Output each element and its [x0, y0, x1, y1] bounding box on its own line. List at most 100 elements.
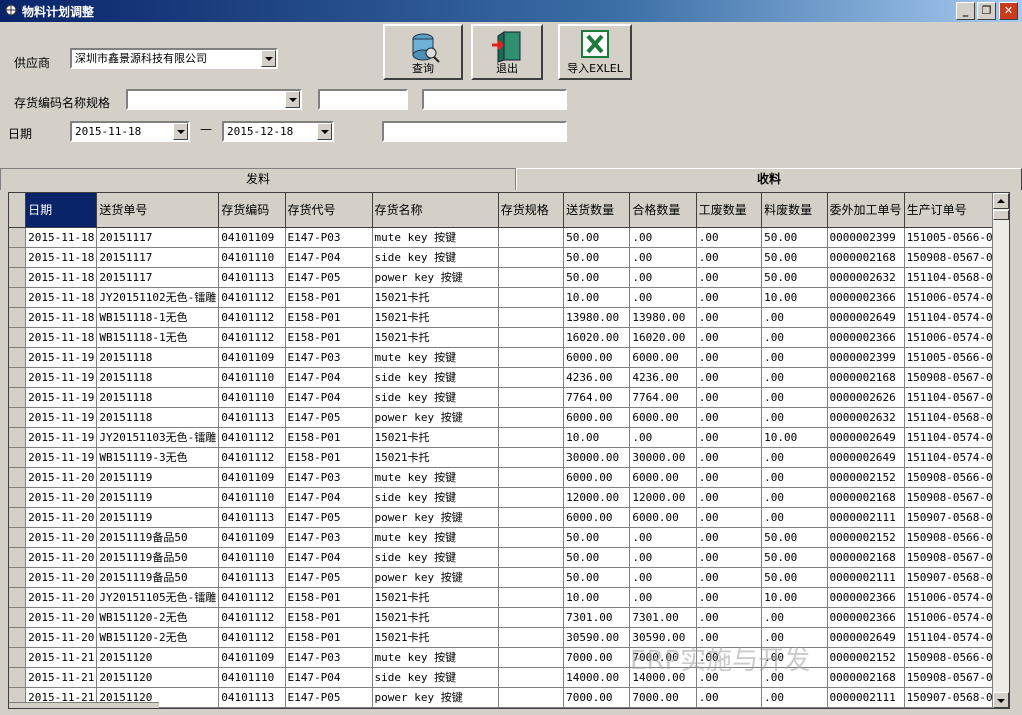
table-cell[interactable]: 20151119	[96, 467, 220, 488]
table-cell[interactable]: 0000002111	[827, 687, 905, 708]
table-cell[interactable]: side key 按键	[372, 387, 499, 408]
table-cell[interactable]: 2015-11-20	[25, 607, 98, 628]
table-cell[interactable]: 04101110	[218, 367, 286, 388]
table-cell[interactable]: WB151118-1无色	[96, 327, 220, 348]
table-cell[interactable]: E147-P05	[285, 267, 373, 288]
table-cell[interactable]	[498, 527, 565, 548]
chevron-down-icon[interactable]	[173, 123, 188, 140]
tab-issue[interactable]: 发料	[0, 168, 516, 190]
table-row[interactable]: 2015-11-20 JY20151105无色-镭雕 04101112 E158-P0…	[9, 587, 1009, 608]
table-cell[interactable]: 4236.00	[629, 367, 697, 388]
table-cell[interactable]: 2015-11-19	[25, 407, 98, 428]
column-header[interactable]: 存货编码	[218, 193, 286, 228]
table-cell[interactable]: 50.00	[563, 547, 631, 568]
table-cell[interactable]: 20151120	[96, 647, 220, 668]
table-cell[interactable]: .00	[761, 327, 828, 348]
table-cell[interactable]: 50.00	[563, 567, 631, 588]
table-cell[interactable]: 04101112	[218, 447, 286, 468]
table-cell[interactable]: 0000002366	[827, 607, 905, 628]
table-cell[interactable]: 10.00	[761, 427, 828, 448]
table-cell[interactable]: 16020.00	[563, 327, 631, 348]
table-row[interactable]: 2015-11-19 WB151119-3无色 04101112 E158-P01 15…	[9, 447, 1009, 468]
table-cell[interactable]: 04101112	[218, 287, 286, 308]
table-cell[interactable]: 04101112	[218, 307, 286, 328]
table-cell[interactable]: power key 按键	[372, 507, 499, 528]
table-cell[interactable]: 2015-11-20	[25, 547, 98, 568]
table-cell[interactable]: E147-P03	[285, 647, 373, 668]
table-cell[interactable]	[498, 567, 565, 588]
table-cell[interactable]: side key 按键	[372, 247, 499, 268]
table-cell[interactable]: 2015-11-19	[25, 347, 98, 368]
table-cell[interactable]: E147-P05	[285, 567, 373, 588]
data-grid[interactable]: 日期 送货单号 存货编码 存货代号 存货名称 存货规格 送货数量 合格数量 工废数量 料废数量 委外…	[8, 192, 1010, 709]
table-cell[interactable]: 0000002626	[827, 387, 905, 408]
table-cell[interactable]: 6000.00	[629, 347, 697, 368]
table-cell[interactable]: .00	[696, 467, 763, 488]
table-cell[interactable]: 2015-11-19	[25, 447, 98, 468]
table-cell[interactable]: mute key 按键	[372, 227, 499, 248]
table-cell[interactable]: E158-P01	[285, 627, 373, 648]
table-cell[interactable]: 7301.00	[563, 607, 631, 628]
table-cell[interactable]: 0000002649	[827, 627, 905, 648]
supplier-select[interactable]: 深圳市鑫景源科技有限公司	[70, 48, 278, 69]
table-cell[interactable]: 04101110	[218, 387, 286, 408]
table-cell[interactable]: 20151119备品50	[96, 567, 220, 588]
row-selector[interactable]	[9, 327, 27, 348]
row-selector[interactable]	[9, 367, 27, 388]
table-cell[interactable]: 0000002111	[827, 567, 905, 588]
horizontal-scrollbar[interactable]	[9, 702, 159, 708]
table-cell[interactable]: 50.00	[563, 527, 631, 548]
table-cell[interactable]: side key 按键	[372, 547, 499, 568]
table-cell[interactable]: 20151119	[96, 507, 220, 528]
table-cell[interactable]	[498, 447, 565, 468]
table-row[interactable]: 2015-11-20 WB151120-2无色 04101112 E158-P01 15…	[9, 627, 1009, 648]
row-selector[interactable]	[9, 487, 27, 508]
table-cell[interactable]: E158-P01	[285, 607, 373, 628]
table-cell[interactable]: .00	[696, 447, 763, 468]
table-cell[interactable]: 50.00	[761, 227, 828, 248]
table-cell[interactable]: mute key 按键	[372, 467, 499, 488]
table-cell[interactable]: 0000002152	[827, 647, 905, 668]
table-cell[interactable]: 0000002366	[827, 587, 905, 608]
table-cell[interactable]: .00	[696, 587, 763, 608]
table-cell[interactable]: mute key 按键	[372, 527, 499, 548]
table-cell[interactable]: .00	[761, 507, 828, 528]
table-cell[interactable]: power key 按键	[372, 687, 499, 708]
table-cell[interactable]: 20151119备品50	[96, 547, 220, 568]
table-row[interactable]: 2015-11-20 20151119备品50 04101113 E147-P05 po…	[9, 567, 1009, 588]
column-header[interactable]: 工废数量	[696, 193, 763, 228]
table-cell[interactable]: WB151118-1无色	[96, 307, 220, 328]
table-cell[interactable]: 50.00	[761, 247, 828, 268]
table-cell[interactable]	[498, 487, 565, 508]
table-cell[interactable]	[498, 387, 565, 408]
table-cell[interactable]: 30590.00	[563, 627, 631, 648]
table-cell[interactable]: E147-P03	[285, 347, 373, 368]
table-cell[interactable]: .00	[629, 527, 697, 548]
table-cell[interactable]: 2015-11-20	[25, 567, 98, 588]
table-cell[interactable]: 2015-11-20	[25, 587, 98, 608]
table-cell[interactable]: JY20151102无色-镭雕	[96, 287, 220, 308]
table-cell[interactable]: .00	[696, 407, 763, 428]
table-cell[interactable]	[498, 467, 565, 488]
table-cell[interactable]: WB151120-2无色	[96, 627, 220, 648]
table-cell[interactable]: E158-P01	[285, 427, 373, 448]
table-cell[interactable]: 2015-11-21	[25, 667, 98, 688]
table-cell[interactable]: 0000002632	[827, 267, 905, 288]
column-header[interactable]: 日期	[25, 193, 98, 228]
table-cell[interactable]	[498, 367, 565, 388]
table-cell[interactable]: 0000002366	[827, 287, 905, 308]
table-cell[interactable]: 50.00	[761, 547, 828, 568]
table-cell[interactable]: 50.00	[761, 567, 828, 588]
table-cell[interactable]: 04101109	[218, 467, 286, 488]
row-selector[interactable]	[9, 507, 27, 528]
table-cell[interactable]: 0000002111	[827, 507, 905, 528]
table-cell[interactable]: 14000.00	[563, 667, 631, 688]
table-cell[interactable]: E147-P04	[285, 387, 373, 408]
table-cell[interactable]	[498, 327, 565, 348]
table-cell[interactable]: .00	[761, 307, 828, 328]
table-cell[interactable]: 04101109	[218, 227, 286, 248]
table-cell[interactable]: 04101109	[218, 347, 286, 368]
table-cell[interactable]: 7000.00	[563, 647, 631, 668]
table-cell[interactable]: 50.00	[563, 267, 631, 288]
row-selector[interactable]	[9, 347, 27, 368]
